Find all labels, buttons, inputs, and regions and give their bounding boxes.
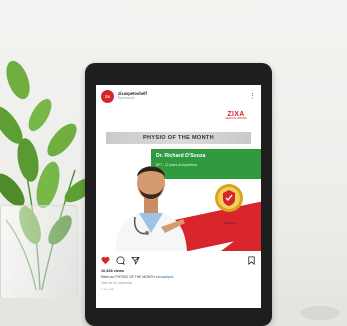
account-subtitle: Sponsored xyxy=(118,95,135,100)
send-icon[interactable] xyxy=(131,256,140,265)
brand-logo-tagline: MEDICAL BRAND xyxy=(225,117,247,120)
badge-caption: ZIXA Seal xyxy=(224,222,236,225)
heart-icon[interactable] xyxy=(101,256,110,265)
post-caption: Meet our PHYSIO OF THE MONTH #zixaphysio xyxy=(101,275,174,279)
view-comments-link[interactable]: View all 56 comments xyxy=(101,281,132,285)
doctor-photo xyxy=(115,166,187,251)
comment-icon[interactable] xyxy=(116,255,125,265)
more-options-icon[interactable]: ⋮ xyxy=(249,93,256,100)
brand-logo: ZIXA MEDICAL BRAND xyxy=(223,111,249,124)
post-header: ZX zixaspetoshelf Sponsored ⋮ xyxy=(96,85,261,107)
award-badge-icon xyxy=(215,184,243,212)
post-image[interactable]: ZIXA MEDICAL BRAND PHYSIO OF THE MONTH D… xyxy=(96,107,261,251)
decor-stone xyxy=(300,306,340,320)
avatar[interactable]: ZX xyxy=(101,89,114,103)
post-actions xyxy=(96,253,261,267)
likes-count[interactable]: 10,328 views xyxy=(101,269,124,273)
caption-text: Meet our PHYSIO OF THE MONTH xyxy=(101,275,155,279)
tablet-screen: ZX zixaspetoshelf Sponsored ⋮ ZIXA MEDIC… xyxy=(96,85,261,308)
post-title-band: PHYSIO OF THE MONTH xyxy=(106,132,251,144)
bookmark-icon[interactable] xyxy=(247,255,256,265)
account-info: zixaspetoshelf Sponsored xyxy=(118,91,147,101)
glass-vase xyxy=(0,205,78,305)
post-timestamp: 1 day ago xyxy=(101,287,115,291)
tablet-device: ZX zixaspetoshelf Sponsored ⋮ ZIXA MEDIC… xyxy=(85,63,272,326)
caption-hashtag[interactable]: #zixaphysio xyxy=(156,275,174,279)
